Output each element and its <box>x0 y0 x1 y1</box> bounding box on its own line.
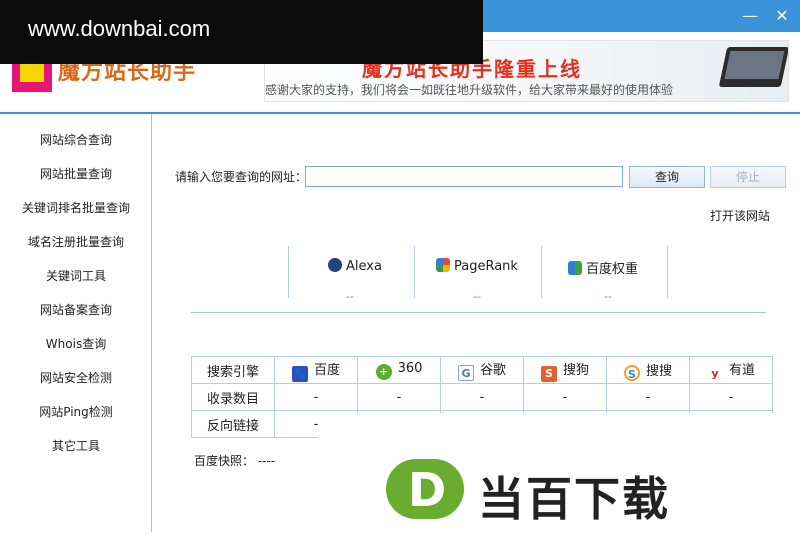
row-label: 反向链接 <box>191 410 275 438</box>
rank-divider-line <box>191 312 766 313</box>
banner-subtitle: 感谢大家的支持，我们将会一如既往地升级软件，给大家带来最好的使用体验 <box>265 83 674 97</box>
minimize-button[interactable]: — <box>738 5 762 27</box>
laptop-illustration-icon <box>718 47 788 87</box>
snapshot-value: ---- <box>257 454 276 468</box>
brand-watermark: D 当百下载 <box>318 413 800 560</box>
engine-baidu-label: 百度 <box>313 362 340 378</box>
rank-pagerank-value: -- <box>473 290 481 303</box>
rank-alexa-value: -- <box>346 290 354 303</box>
rank-alexa-label: Alexa <box>346 259 382 274</box>
engine-sogou: S 搜狗 <box>523 356 607 384</box>
stop-button[interactable]: 停止 <box>710 166 786 188</box>
engine-soso-label: 搜搜 <box>645 363 672 379</box>
alexa-icon <box>328 258 342 272</box>
engine-youdao: y 有道 <box>689 356 773 384</box>
sidebar-item-whois[interactable]: Whois查询 <box>0 332 152 356</box>
brand-watermark-text: 当百下载 <box>478 472 670 526</box>
sidebar-item-site-query[interactable]: 网站综合查询 <box>0 128 152 152</box>
sidebar-item-security[interactable]: 网站安全检测 <box>0 366 152 390</box>
table-cell: - <box>523 383 607 411</box>
rank-baidu-weight-value: -- <box>604 290 612 303</box>
rank-divider <box>667 246 668 298</box>
sidebar-item-ping[interactable]: 网站Ping检测 <box>0 400 152 424</box>
table-header-row: 搜索引擎 🐾 百度 +360 G 谷歌 S 搜狗 S 搜搜 y 有道 <box>191 356 773 384</box>
brand-d-icon: D <box>386 459 464 519</box>
google-icon: G <box>457 365 474 381</box>
sidebar-item-keyword-rank[interactable]: 关键词排名批量查询 <box>0 196 152 220</box>
rank-baidu-weight: 百度权重 <box>568 258 638 277</box>
table-row: 收录数目 - - - - - - <box>191 383 773 411</box>
engine-soso: S 搜搜 <box>606 356 690 384</box>
baidu-weight-icon <box>568 261 582 275</box>
rank-divider <box>288 246 289 298</box>
open-site-link[interactable]: 打开该网站 <box>710 207 770 224</box>
table-cell: - <box>440 383 524 411</box>
close-button[interactable]: ✕ <box>770 5 794 27</box>
engine-youdao-label: 有道 <box>728 362 755 378</box>
row-label: 收录数目 <box>191 383 275 411</box>
site-watermark: www.downbai.com <box>0 0 483 64</box>
table-cell: - <box>689 383 773 411</box>
baidu-snapshot: 百度快照： ---- <box>194 452 275 469</box>
sidebar-item-domain-register[interactable]: 域名注册批量查询 <box>0 230 152 254</box>
query-button[interactable]: 查询 <box>629 166 705 188</box>
url-label: 请输入您要查询的网址： <box>175 170 308 184</box>
snapshot-label: 百度快照： <box>194 454 255 468</box>
rank-divider <box>414 246 415 298</box>
youdao-icon: y <box>706 365 723 382</box>
table-header-cell: 搜索引擎 <box>191 356 275 384</box>
sidebar-item-batch-query[interactable]: 网站批量查询 <box>0 162 152 186</box>
rank-pagerank: PageRank <box>436 258 518 274</box>
baidu-icon: 🐾 <box>291 365 308 382</box>
engine-google: G 谷歌 <box>440 356 524 384</box>
engine-baidu: 🐾 百度 <box>274 356 358 384</box>
table-cell: - <box>357 383 441 411</box>
engine-sogou-label: 搜狗 <box>562 362 589 378</box>
table-cell: - <box>606 383 690 411</box>
sidebar: 网站综合查询 网站批量查询 关键词排名批量查询 域名注册批量查询 关键词工具 网… <box>0 114 152 532</box>
rank-alexa: Alexa <box>328 258 382 274</box>
engine-google-label: 谷歌 <box>479 363 506 378</box>
soso-icon: S <box>623 364 640 381</box>
pagerank-icon <box>436 258 450 272</box>
sidebar-item-keyword-tool[interactable]: 关键词工具 <box>0 264 152 288</box>
rank-pagerank-label: PageRank <box>454 259 518 274</box>
engine-360-label: 360 <box>397 360 423 376</box>
watermark-url: www.downbai.com <box>28 16 211 41</box>
url-input[interactable] <box>305 166 623 187</box>
so360-icon: + <box>375 363 392 380</box>
engine-360: +360 <box>357 356 441 384</box>
sidebar-item-icp-query[interactable]: 网站备案查询 <box>0 298 152 322</box>
sogou-icon: S <box>540 365 557 382</box>
brand-d-letter: D <box>408 463 447 517</box>
table-cell: - <box>274 383 358 411</box>
rank-baidu-weight-label: 百度权重 <box>586 262 639 277</box>
rank-divider <box>541 246 542 298</box>
sidebar-item-other-tools[interactable]: 其它工具 <box>0 434 152 458</box>
